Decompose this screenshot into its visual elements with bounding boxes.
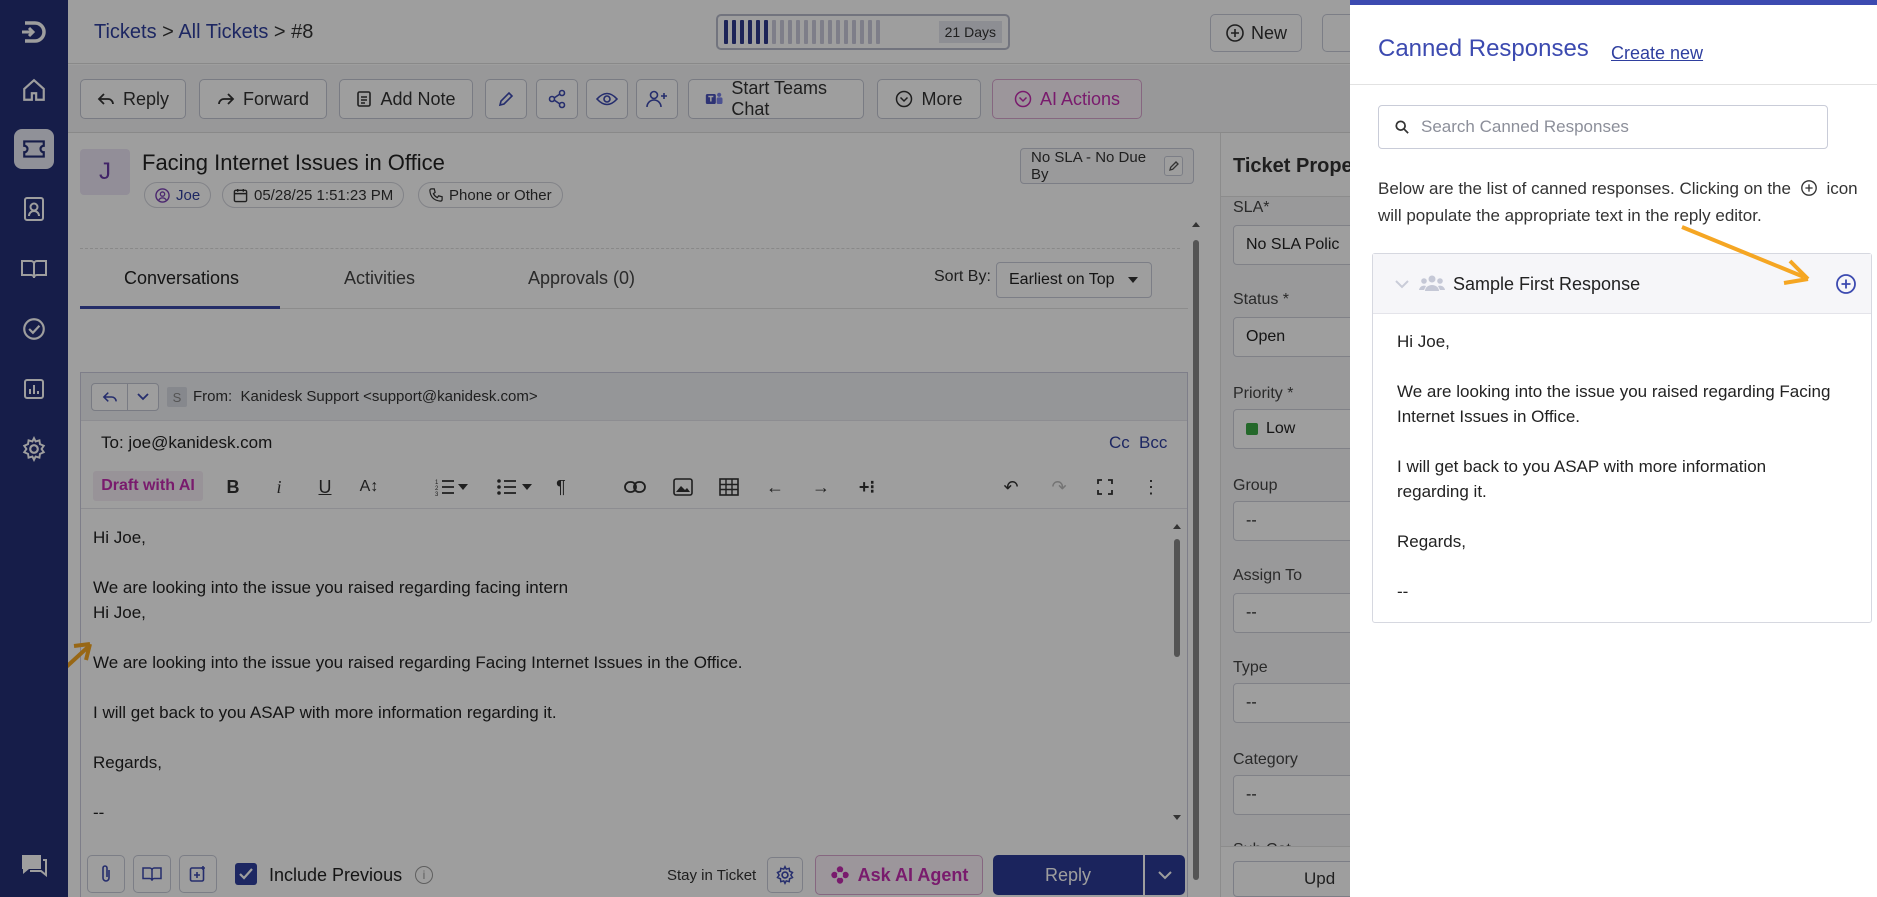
drawer-divider (1350, 84, 1877, 85)
description-text: Below are the list of canned responses. … (1378, 179, 1791, 198)
canned-body-line: Hi Joe, (1397, 332, 1450, 351)
canned-body-line (1397, 354, 1837, 379)
canned-body-line (1397, 429, 1837, 454)
canned-search-box[interactable] (1378, 105, 1828, 149)
canned-body-line (1397, 504, 1837, 529)
canned-body-line (1397, 554, 1837, 579)
annotation-arrow-icon (1681, 225, 1810, 285)
canned-responses-title: Canned Responses (1378, 35, 1589, 62)
canned-body-line: Regards, (1397, 532, 1466, 551)
canned-responses-drawer: Canned Responses Create new Below are th… (1350, 0, 1877, 897)
create-new-link[interactable]: Create new (1611, 43, 1703, 64)
canned-body-line: I will get back to you ASAP with more in… (1397, 457, 1767, 501)
canned-body-line: -- (1397, 582, 1409, 601)
plus-circle-icon (1800, 180, 1817, 196)
search-icon (1395, 120, 1409, 134)
canned-response-body: Hi Joe, We are looking into the issue yo… (1397, 329, 1837, 604)
canned-response-card: Sample First Response Hi Joe, We are loo… (1372, 253, 1872, 623)
canned-response-title: Sample First Response (1453, 274, 1641, 294)
insert-plus-icon[interactable] (1835, 273, 1857, 295)
shared-users-icon (1419, 275, 1445, 291)
canned-search-input[interactable] (1421, 117, 1801, 137)
modal-backdrop[interactable] (0, 0, 1350, 897)
canned-body-line: We are looking into the issue you raised… (1397, 382, 1831, 426)
chevron-down-icon[interactable] (1395, 280, 1409, 289)
